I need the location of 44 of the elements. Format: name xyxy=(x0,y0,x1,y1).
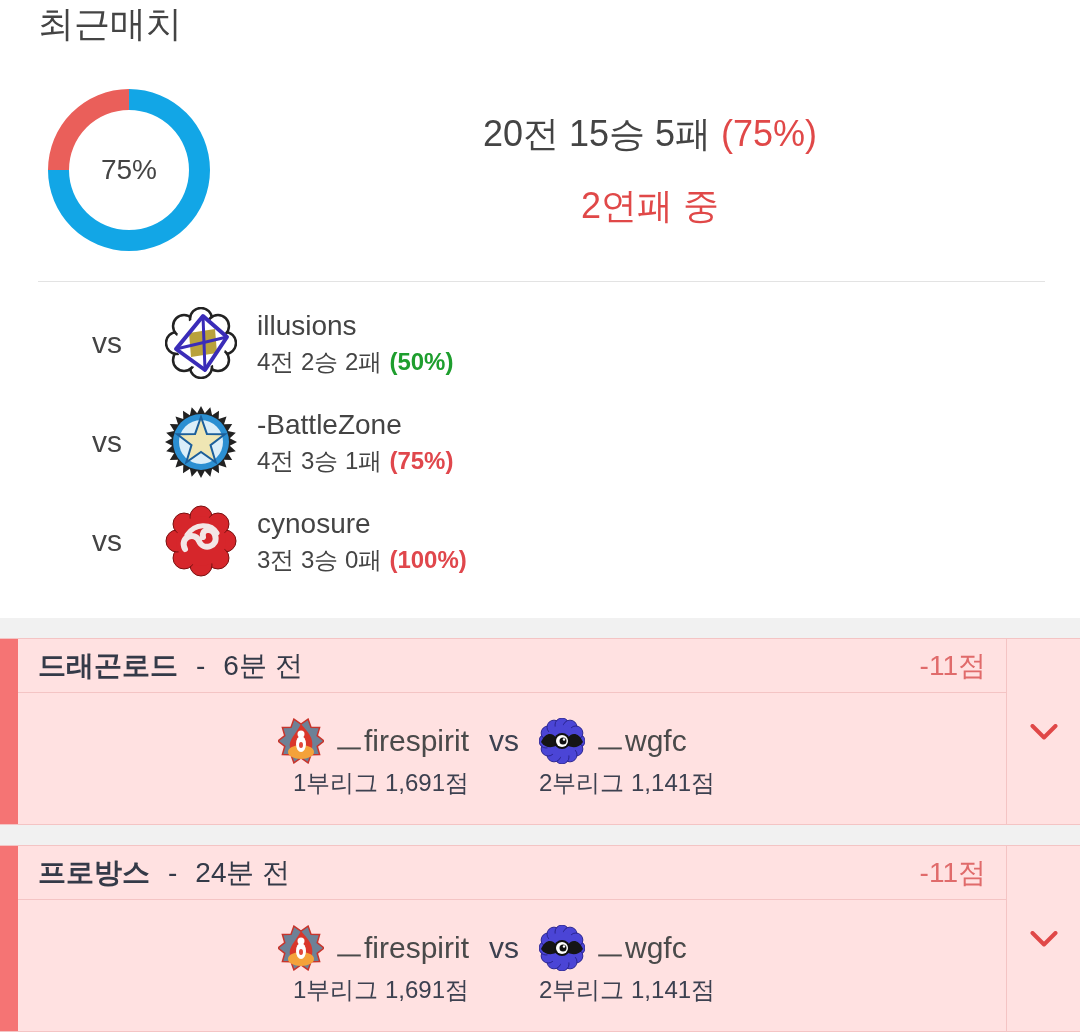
opponent-record: 4전 3승 1패 xyxy=(257,445,383,476)
win-rate-reading: 75% xyxy=(101,153,157,187)
map-name: 프로방스 xyxy=(38,855,150,890)
opponent-record: 4전 2승 2패 xyxy=(257,346,383,377)
score-change: -11점 xyxy=(919,648,986,683)
eye-emblem-icon xyxy=(539,718,585,764)
player-league: 2부리그 1,141점 xyxy=(539,975,716,1005)
match-time: 24분 전 xyxy=(195,855,291,890)
opponent-name: -BattleZone xyxy=(257,407,403,442)
opponent-win-rate: (100%) xyxy=(389,544,467,575)
dash-separator: - xyxy=(168,855,178,890)
flame-emblem-icon xyxy=(278,925,324,971)
map-name: 드래곤로드 xyxy=(38,648,178,683)
versus-label: vs xyxy=(92,423,123,460)
player-name: ㅡfirespirit xyxy=(334,723,469,759)
opponent-record: 3전 3승 0패 xyxy=(257,544,383,575)
chevron-down-icon xyxy=(1029,930,1058,947)
total-win-rate: (75%) xyxy=(721,112,818,156)
eye-emblem-icon xyxy=(539,925,585,971)
player-name: ㅡfirespirit xyxy=(334,930,469,966)
player-name: ㅡwgfc xyxy=(595,930,687,966)
versus-label: vs xyxy=(92,324,123,361)
swirl-emblem-icon xyxy=(165,504,237,577)
star-emblem-icon xyxy=(165,405,237,478)
score-change: -11점 xyxy=(919,855,986,890)
player-name: ㅡwgfc xyxy=(595,723,687,759)
opponent-name: illusions xyxy=(257,308,358,343)
player-league: 1부리그 1,691점 xyxy=(292,768,469,798)
total-record: 20전 15승 5패 xyxy=(482,112,712,156)
dash-separator: - xyxy=(196,648,206,683)
streak-label: 2연패 중 xyxy=(581,184,719,228)
versus-label: vs xyxy=(489,930,519,966)
flame-emblem-icon xyxy=(278,718,324,764)
player-league: 2부리그 1,141점 xyxy=(539,768,716,798)
chevron-down-icon xyxy=(1029,723,1058,740)
section-title: 최근매치 xyxy=(38,2,182,46)
opponent-win-rate: (50%) xyxy=(389,346,454,377)
versus-label: vs xyxy=(92,522,123,559)
player-league: 1부리그 1,691점 xyxy=(292,975,469,1005)
opponent-win-rate: (75%) xyxy=(389,445,454,476)
opponent-name: cynosure xyxy=(257,506,372,541)
versus-label: vs xyxy=(489,723,519,759)
crystal-emblem-icon xyxy=(165,306,237,379)
match-time: 6분 전 xyxy=(223,648,303,683)
